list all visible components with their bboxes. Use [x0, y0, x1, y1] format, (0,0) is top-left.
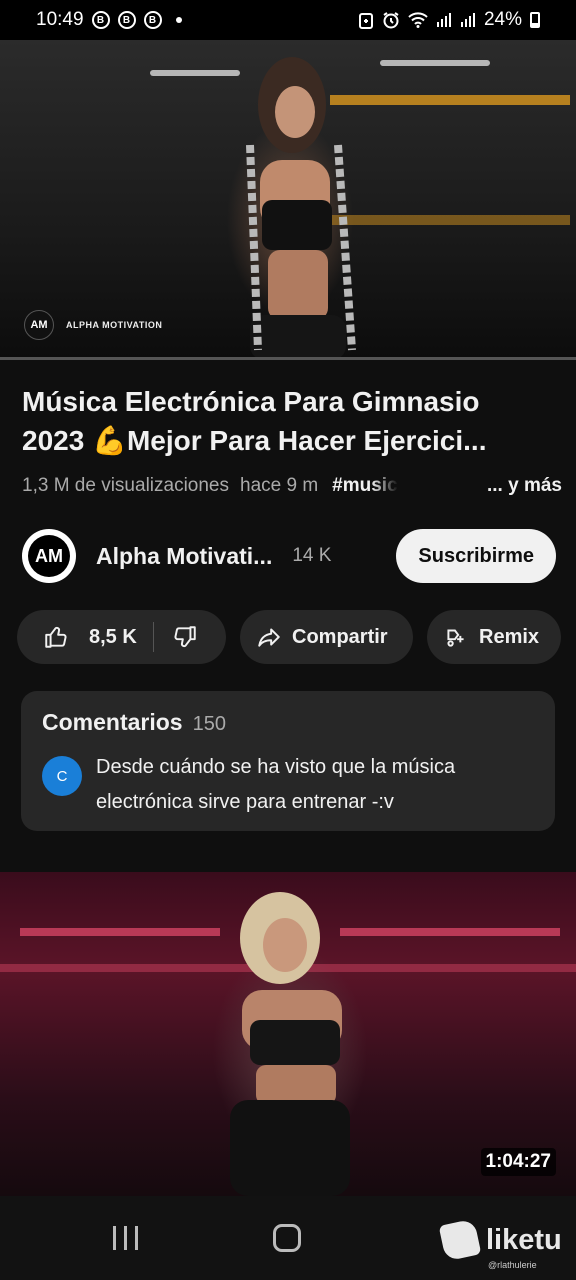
alarm-icon	[383, 12, 399, 29]
dislike-button[interactable]	[154, 610, 198, 664]
signal-icon-2	[460, 13, 475, 27]
watermark-text: ALPHA MOTIVATION	[66, 320, 163, 330]
channel-row: AM Alpha Motivati... 14 K Suscribirme	[22, 528, 556, 584]
top-comment: Desde cuándo se ha visto que la música e…	[96, 756, 456, 813]
more-notifications-dot	[175, 17, 182, 23]
share-button[interactable]: Compartir	[240, 610, 413, 664]
video-player[interactable]: AM ALPHA MOTIVATION	[0, 40, 576, 360]
remix-icon	[447, 629, 464, 647]
like-button[interactable]: 8,5 K	[17, 610, 137, 664]
battery-saver-icon	[358, 13, 373, 29]
next-video-thumbnail[interactable]: 1:04:27	[0, 872, 576, 1196]
subscriber-count: 14 K	[292, 545, 332, 566]
athlete-silhouette	[230, 892, 350, 1196]
share-label: Compartir	[292, 625, 388, 648]
liketu-handle: @rlathulerie	[488, 1260, 537, 1270]
video-title[interactable]: Música Electrónica Para Gimnasio 2023 💪M…	[22, 382, 562, 460]
channel-name[interactable]: Alpha Motivati...	[96, 543, 272, 570]
signal-icon	[436, 13, 451, 27]
upload-time: hace 9 m	[240, 475, 319, 496]
liketu-watermark: liketu	[438, 1218, 562, 1262]
remix-label: Remix	[479, 625, 540, 648]
b-circle-icon: B	[91, 11, 110, 29]
like-count: 8,5 K	[89, 625, 137, 648]
b-app-icon-2: B	[143, 11, 162, 29]
comments-title: Comentarios	[42, 709, 183, 735]
home-button[interactable]	[273, 1224, 301, 1252]
recents-button[interactable]	[113, 1226, 138, 1250]
video-duration: 1:04:27	[480, 1148, 556, 1176]
action-bar: 8,5 K Compartir Remix	[17, 610, 561, 664]
battery-percent: 24%	[483, 9, 522, 30]
like-dislike-group: 8,5 K	[17, 610, 226, 664]
remix-button[interactable]: Remix	[427, 610, 561, 664]
more-link[interactable]: ... y más	[487, 475, 562, 497]
ceiling-light	[380, 60, 490, 66]
video-progress-bar[interactable]	[0, 357, 576, 360]
liketu-brand: liketu	[486, 1223, 562, 1256]
subscribe-button[interactable]: Suscribirme	[396, 529, 556, 583]
channel-watermark: AM ALPHA MOTIVATION	[24, 310, 162, 340]
channel-avatar[interactable]: AM	[22, 529, 76, 583]
view-count: 1,3 M de visualizaciones	[22, 475, 229, 496]
title-year: 2023	[22, 425, 93, 456]
hashtag[interactable]: #music	[332, 475, 397, 497]
title-line-2: 2023 💪Mejor Para Hacer Ejercici...	[22, 421, 562, 460]
battery-icon	[530, 12, 540, 28]
thumbs-up-icon	[45, 626, 67, 648]
comments-count: 150	[192, 713, 226, 735]
comments-card[interactable]: Comentarios 150 C Desde cuándo se ha vis…	[21, 691, 555, 831]
thumbs-down-icon	[174, 626, 196, 648]
flexed-biceps-icon: 💪	[92, 425, 127, 456]
commenter-avatar: C	[42, 756, 82, 796]
title-line-1: Música Electrónica Para Gimnasio	[22, 386, 480, 417]
wifi-icon	[408, 12, 428, 28]
b-app-icon: B	[117, 11, 136, 29]
status-bar: 10:49 B B B 24%	[0, 0, 576, 40]
liketu-logo-icon	[438, 1218, 482, 1262]
watermark-logo: AM	[24, 310, 54, 340]
title-rest: Mejor Para Hacer Ejercici...	[126, 425, 487, 456]
share-arrow-icon	[258, 628, 280, 647]
channel-avatar-letters: AM	[28, 535, 70, 577]
athlete-silhouette	[246, 57, 356, 360]
video-meta[interactable]: 1,3 M de visualizaciones hace 9 m #music…	[22, 475, 562, 497]
status-time: 10:49	[36, 9, 84, 30]
